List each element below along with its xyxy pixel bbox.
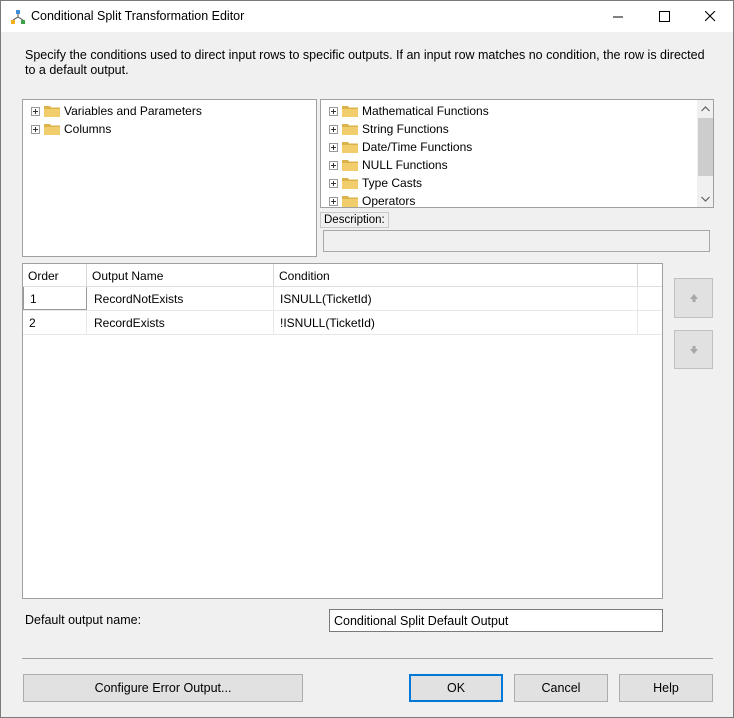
cell-order[interactable]: 1	[23, 287, 87, 310]
cell-condition[interactable]: ISNULL(TicketId)	[274, 287, 638, 310]
tree-item-label: String Functions	[362, 122, 449, 136]
folder-icon	[342, 142, 358, 153]
variables-columns-tree[interactable]: Variables and Parameters Columns	[22, 99, 317, 257]
expand-icon[interactable]	[31, 106, 40, 116]
tree-item-type-casts[interactable]: Type Casts	[329, 174, 489, 192]
conditional-split-icon	[11, 10, 25, 24]
configure-error-output-button[interactable]: Configure Error Output...	[23, 674, 303, 702]
title-bar: Conditional Split Transformation Editor	[1, 1, 733, 32]
move-up-button[interactable]	[674, 278, 713, 318]
folder-icon	[342, 124, 358, 135]
tree-item-label: Columns	[64, 122, 112, 136]
instructions-text: Specify the conditions used to direct in…	[25, 48, 705, 77]
tree-item-label: Operators	[362, 194, 416, 208]
column-header-condition[interactable]: Condition	[274, 264, 638, 286]
functions-tree[interactable]: Mathematical Functions String Functions …	[320, 99, 714, 208]
close-button[interactable]	[687, 1, 733, 32]
folder-icon	[342, 160, 358, 171]
expand-icon[interactable]	[329, 142, 338, 152]
close-icon	[704, 11, 715, 22]
folder-icon	[44, 106, 60, 117]
expand-icon[interactable]	[329, 178, 338, 188]
table-row[interactable]: 2 RecordExists !ISNULL(TicketId)	[23, 311, 662, 335]
tree-item-label: Mathematical Functions	[362, 104, 489, 118]
expand-icon[interactable]	[329, 124, 338, 134]
default-output-input[interactable]	[329, 609, 663, 632]
tree-items-right: Mathematical Functions String Functions …	[329, 102, 489, 208]
cell-output-name[interactable]: RecordNotExists	[87, 287, 274, 310]
column-header-output-name[interactable]: Output Name	[87, 264, 274, 286]
tree-item-variables-and-parameters[interactable]: Variables and Parameters	[31, 102, 202, 120]
tree-item-label: Type Casts	[362, 176, 423, 190]
help-button[interactable]: Help	[619, 674, 713, 702]
folder-icon	[342, 196, 358, 207]
scroll-up-icon[interactable]	[697, 100, 713, 117]
folder-icon	[342, 178, 358, 189]
tree-item-mathematical-functions[interactable]: Mathematical Functions	[329, 102, 489, 120]
arrow-up-icon	[689, 294, 698, 302]
tree-item-label: Variables and Parameters	[64, 104, 202, 118]
conditions-grid[interactable]: Order Output Name Condition 1 RecordNotE…	[22, 263, 663, 599]
scroll-down-icon[interactable]	[697, 190, 713, 207]
tree-items-left: Variables and Parameters Columns	[31, 102, 202, 138]
tree-item-columns[interactable]: Columns	[31, 120, 202, 138]
grid-header: Order Output Name Condition	[23, 264, 662, 287]
tree-item-operators[interactable]: Operators	[329, 192, 489, 208]
table-row[interactable]: 1 RecordNotExists ISNULL(TicketId)	[23, 287, 662, 311]
maximize-button[interactable]	[641, 1, 687, 32]
cell-order[interactable]: 2	[23, 311, 87, 334]
ok-button[interactable]: OK	[409, 674, 503, 702]
minimize-icon	[612, 16, 623, 18]
column-header-order[interactable]: Order	[23, 264, 87, 286]
cancel-button[interactable]: Cancel	[514, 674, 608, 702]
maximize-icon	[658, 11, 670, 22]
tree-item-label: Date/Time Functions	[362, 140, 473, 154]
expand-icon[interactable]	[31, 124, 40, 134]
default-output-label: Default output name:	[25, 613, 142, 627]
dialog-window: Conditional Split Transformation Editor …	[0, 0, 734, 718]
folder-icon	[44, 124, 60, 135]
minimize-button[interactable]	[595, 1, 641, 32]
tree-item-null-functions[interactable]: NULL Functions	[329, 156, 489, 174]
tree-item-string-functions[interactable]: String Functions	[329, 120, 489, 138]
arrow-down-icon	[689, 345, 698, 354]
window-title: Conditional Split Transformation Editor	[31, 9, 245, 23]
folder-icon	[342, 106, 358, 117]
tree-item-label: NULL Functions	[362, 158, 448, 172]
description-label: Description:	[320, 212, 389, 228]
expand-icon[interactable]	[329, 196, 338, 206]
functions-tree-scrollbar[interactable]	[697, 100, 713, 207]
expand-icon[interactable]	[329, 160, 338, 170]
description-box	[323, 230, 710, 252]
scroll-thumb[interactable]	[698, 118, 713, 176]
tree-item-datetime-functions[interactable]: Date/Time Functions	[329, 138, 489, 156]
expand-icon[interactable]	[329, 106, 338, 116]
cell-output-name[interactable]: RecordExists	[87, 311, 274, 334]
footer-divider	[22, 658, 713, 659]
cell-condition[interactable]: !ISNULL(TicketId)	[274, 311, 638, 334]
move-down-button[interactable]	[674, 330, 713, 369]
